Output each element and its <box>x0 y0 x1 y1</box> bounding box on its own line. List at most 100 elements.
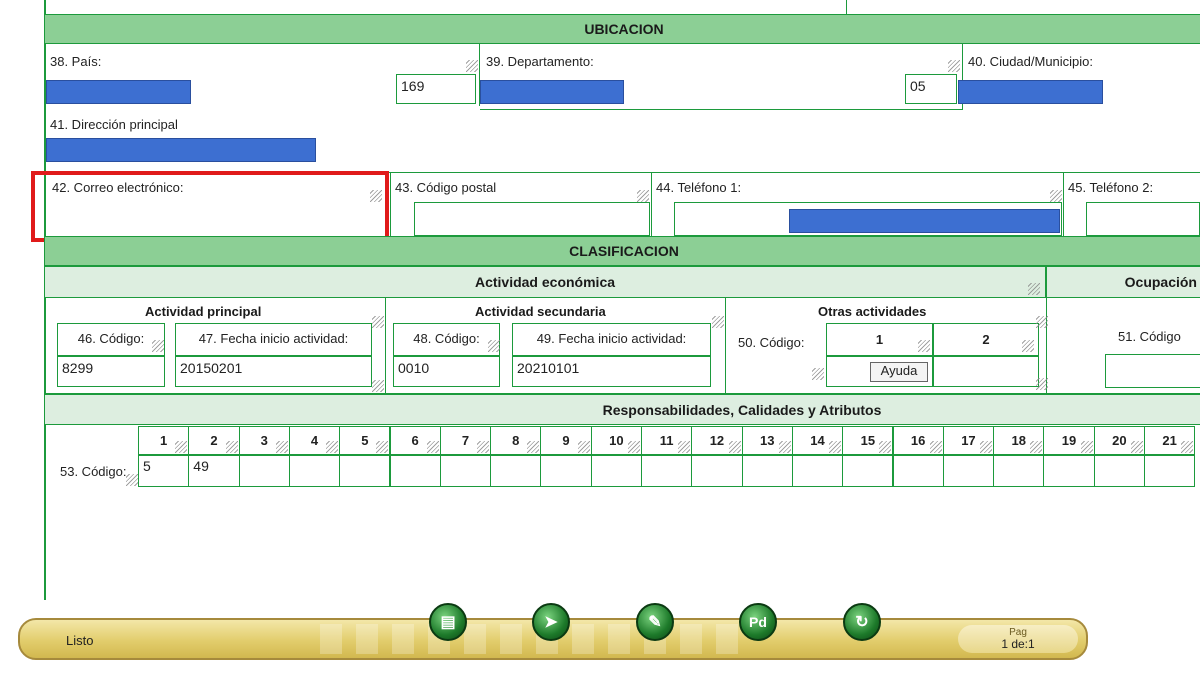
resp-col-number: 2 <box>210 433 218 448</box>
resp-col-header: 15 <box>842 426 894 455</box>
resp-col-number: 11 <box>659 433 674 448</box>
resize-grip-icon <box>275 441 288 453</box>
resp-col-number: 9 <box>562 433 570 448</box>
otras-col-2: 2 <box>982 332 990 347</box>
telefono1-label: 44. Teléfono 1: <box>656 180 742 195</box>
fecha-47-label: 47. Fecha inicio actividad: <box>198 331 349 346</box>
fecha-49-input[interactable]: 20210101 <box>512 356 711 387</box>
actividad-economica-header: Actividad económica <box>44 266 1046 298</box>
correo-highlight-box <box>31 171 389 242</box>
resp-col-header: 21 <box>1144 426 1196 455</box>
resize-grip-icon <box>527 441 540 453</box>
resize-grip-icon <box>948 60 960 72</box>
select-button[interactable]: ➤ <box>532 603 570 641</box>
resize-grip-icon <box>637 190 649 202</box>
resize-grip-icon <box>918 340 930 352</box>
departamento-code-input[interactable]: 05 <box>905 74 957 104</box>
status-bar-decoration <box>320 624 740 654</box>
resize-grip-icon <box>372 316 384 328</box>
resp-code-input[interactable] <box>942 455 995 487</box>
otras-col-1: 1 <box>875 332 884 347</box>
codigo-50-label: 50. Código: <box>738 335 805 350</box>
resp-col-number: 8 <box>512 433 520 448</box>
postal-input[interactable] <box>414 202 650 236</box>
resp-code-input[interactable] <box>1043 455 1095 487</box>
departamento-redacted-value <box>480 80 624 104</box>
resp-col-number: 3 <box>260 433 268 448</box>
codigo-48-input[interactable]: 0010 <box>393 356 500 387</box>
resp-code-input[interactable] <box>238 455 290 487</box>
codigo-48-value: 0010 <box>398 360 430 376</box>
resp-code-input[interactable] <box>791 455 844 487</box>
resize-grip-icon <box>778 441 791 453</box>
resp-code-input[interactable] <box>490 455 542 487</box>
resp-col-number: 19 <box>1061 433 1077 448</box>
resp-code-input[interactable] <box>590 455 642 487</box>
resp-col-header: 18 <box>993 426 1045 455</box>
resize-grip-icon <box>426 441 439 453</box>
pais-code-input[interactable]: 169 <box>396 74 476 104</box>
resp-code-input[interactable] <box>1093 455 1145 487</box>
pdf-button[interactable]: Pd <box>739 603 777 641</box>
codigo-46-label: 46. Código: <box>77 331 145 346</box>
resize-grip-icon <box>152 340 164 352</box>
resize-grip-icon <box>1050 190 1062 202</box>
resp-code-input[interactable]: 5 <box>138 455 190 487</box>
resp-col-header: 13 <box>741 426 793 455</box>
resp-col-number: 21 <box>1162 433 1177 448</box>
resp-code-input[interactable] <box>439 455 492 487</box>
resp-col-header: 4 <box>288 426 341 455</box>
resp-col-header: 11 <box>641 426 693 455</box>
resize-grip-icon <box>678 441 691 453</box>
resp-code-input[interactable]: 49 <box>188 455 240 487</box>
departamento-label: 39. Departamento: <box>486 54 594 69</box>
resp-code-input[interactable] <box>641 455 693 487</box>
resp-col-header: 3 <box>238 426 290 455</box>
refresh-icon: ↻ <box>855 614 869 631</box>
refresh-button[interactable]: ↻ <box>843 603 881 641</box>
resize-grip-icon <box>712 316 724 328</box>
resp-code-input[interactable] <box>540 455 592 487</box>
ocupacion-title: Ocupación <box>1124 274 1197 290</box>
resp-col-number: 4 <box>310 433 319 448</box>
otras-col-2-input[interactable] <box>933 356 1039 387</box>
direccion-label: 41. Dirección principal <box>50 117 178 132</box>
resize-grip-icon <box>1181 441 1194 453</box>
resize-grip-icon <box>126 474 138 486</box>
resize-grip-icon <box>929 441 942 453</box>
resize-grip-icon <box>1130 441 1143 453</box>
resp-code-input[interactable] <box>1144 455 1196 487</box>
resize-grip-icon <box>372 380 384 392</box>
resp-code-input[interactable] <box>691 455 743 487</box>
codigo-51-input[interactable] <box>1105 354 1200 388</box>
sign-button[interactable]: ✎ <box>636 603 674 641</box>
section-header-clasificacion: CLASIFICACION <box>44 236 1200 266</box>
telefono2-input[interactable] <box>1086 202 1200 236</box>
top-divider <box>846 0 847 14</box>
resize-grip-icon <box>1030 441 1043 453</box>
resp-code-input[interactable] <box>892 455 944 487</box>
responsabilidades-title: Responsabilidades, Calidades y Atributos <box>602 401 882 418</box>
actividad-principal-title: Actividad principal <box>145 304 262 319</box>
resp-code-input[interactable] <box>993 455 1045 487</box>
page-indicator: Pag 1 de:1 <box>958 625 1078 653</box>
resp-code-input[interactable] <box>339 455 391 487</box>
resp-col-header: 1 <box>138 426 190 455</box>
ayuda-button[interactable]: Ayuda <box>870 362 928 382</box>
resp-col-header: 10 <box>590 426 642 455</box>
resp-code-input[interactable] <box>389 455 441 487</box>
resp-col-header: 20 <box>1093 426 1145 455</box>
resp-col-number: 15 <box>860 433 876 448</box>
resp-code-input[interactable] <box>288 455 341 487</box>
resize-grip-icon <box>225 441 238 453</box>
codigo-46-input[interactable]: 8299 <box>57 356 165 387</box>
resize-grip-icon <box>577 441 590 453</box>
fecha-49-label: 49. Fecha inicio actividad: <box>536 331 687 346</box>
resize-grip-icon <box>326 441 339 453</box>
fecha-47-input[interactable]: 20150201 <box>175 356 372 387</box>
print-form-button[interactable]: ▤ <box>429 603 467 641</box>
otras-actividades-title: Otras actividades <box>818 304 927 319</box>
cell-divider <box>1063 172 1064 236</box>
resp-code-input[interactable] <box>741 455 793 487</box>
resp-code-input[interactable] <box>842 455 894 487</box>
